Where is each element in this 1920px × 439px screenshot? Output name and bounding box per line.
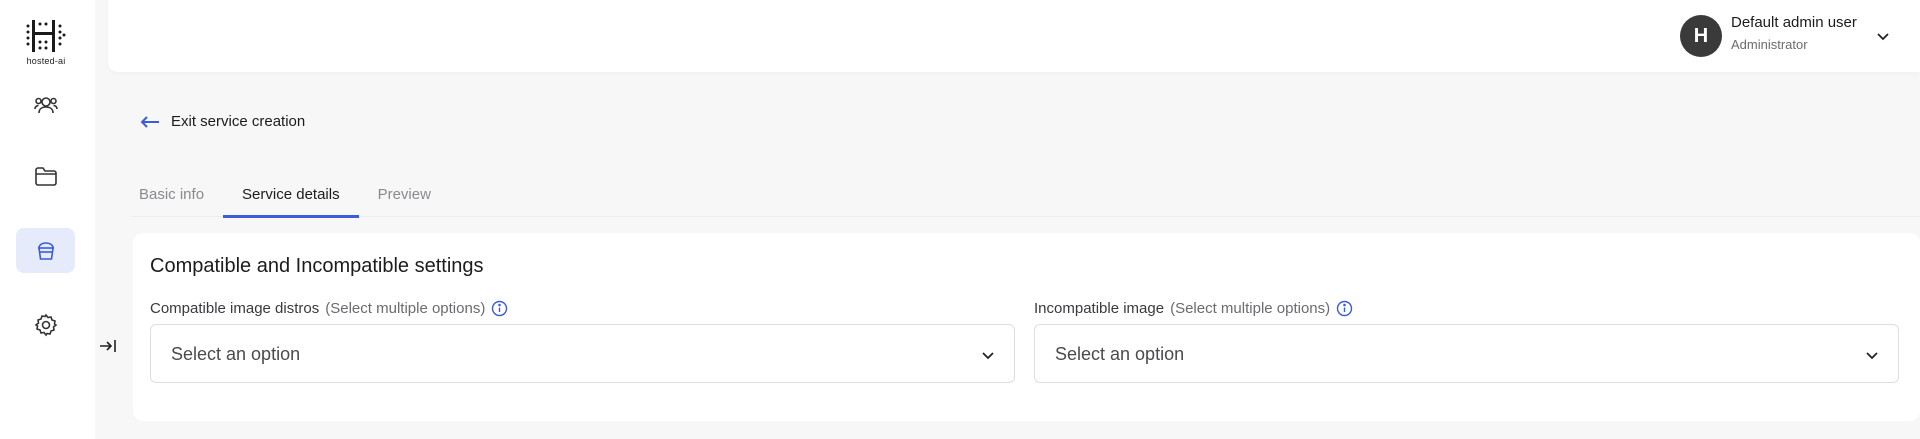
field-hint-text: (Select multiple options) <box>1170 300 1331 317</box>
user-role: Administrator <box>1731 37 1808 52</box>
sidebar-item-services[interactable] <box>16 228 75 273</box>
users-icon <box>33 96 58 113</box>
info-icon[interactable] <box>1336 300 1353 317</box>
avatar[interactable]: H <box>1680 15 1722 57</box>
info-icon[interactable] <box>491 300 508 317</box>
sidebar-item-folders[interactable] <box>16 153 75 198</box>
gear-icon <box>34 313 57 336</box>
incompatible-image-label: Incompatible image (Select multiple opti… <box>1034 300 1353 317</box>
collapse-icon <box>100 340 116 352</box>
select-placeholder: Select an option <box>171 344 301 364</box>
user-menu-chevron-down-icon[interactable] <box>1875 28 1891 44</box>
arrow-left-icon <box>140 115 159 128</box>
field-label-text: Incompatible image <box>1034 300 1165 317</box>
tab-basic-info[interactable]: Basic info <box>120 178 223 218</box>
hosted-ai-logo[interactable]: hosted-ai <box>24 18 68 66</box>
logo-icon <box>26 20 66 52</box>
compatible-distros-select[interactable]: Select an option <box>150 324 1015 383</box>
select-placeholder: Select an option <box>1055 344 1185 364</box>
user-name[interactable]: Default admin user <box>1731 14 1857 31</box>
bucket-icon <box>37 241 54 260</box>
field-label-text: Compatible image distros <box>150 300 320 317</box>
card-title: Compatible and Incompatible settings <box>150 255 484 277</box>
compatible-distros-label: Compatible image distros (Select multipl… <box>150 300 508 317</box>
sidebar-item-users[interactable] <box>16 82 75 127</box>
exit-label: Exit service creation <box>171 113 306 130</box>
field-hint-text: (Select multiple options) <box>325 300 486 317</box>
chevron-down-icon <box>982 352 994 360</box>
exit-service-creation-link[interactable]: Exit service creation <box>139 113 305 130</box>
sidebar-collapse-button[interactable] <box>96 334 120 358</box>
logo-text: hosted-ai <box>26 56 66 66</box>
incompatible-image-select[interactable]: Select an option <box>1034 324 1899 383</box>
top-header <box>108 0 1920 72</box>
chevron-down-icon <box>1866 352 1878 360</box>
tab-preview[interactable]: Preview <box>359 178 450 218</box>
folder-icon <box>34 166 57 186</box>
sidebar: hosted-ai <box>0 0 95 439</box>
tab-bar: Basic info Service details Preview <box>120 178 450 218</box>
tab-service-details[interactable]: Service details <box>223 178 359 218</box>
settings-card: Compatible and Incompatible settings Com… <box>133 233 1920 421</box>
sidebar-item-settings[interactable] <box>16 302 75 347</box>
